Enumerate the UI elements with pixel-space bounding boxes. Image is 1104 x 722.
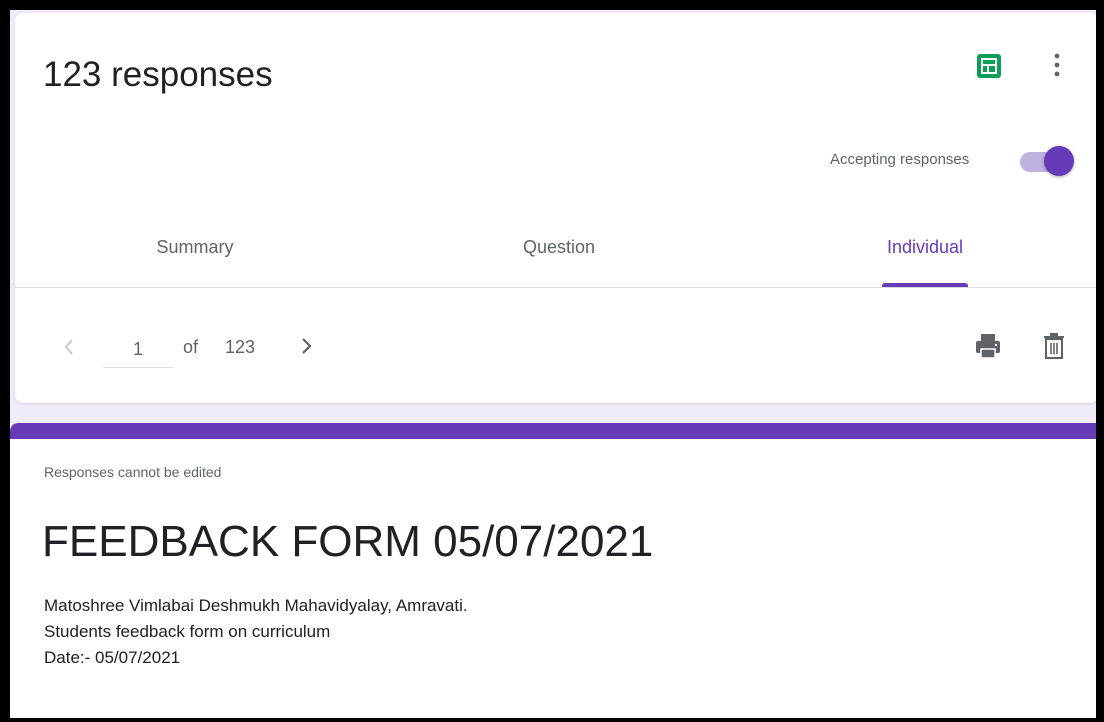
description-line: Date:- 05/07/2021 — [44, 648, 181, 667]
responses-cannot-be-edited-notice: Responses cannot be edited — [44, 464, 222, 480]
tab-individual-label: Individual — [886, 237, 964, 257]
active-tab-indicator — [882, 283, 968, 287]
pager-of-label: of — [183, 337, 199, 357]
print-icon[interactable] — [973, 331, 1003, 361]
tab-summary[interactable]: Summary — [135, 223, 255, 287]
responses-tabs: Summary Question Individual — [15, 223, 1096, 288]
form-accent-bar — [10, 423, 1096, 439]
pager-total: 123 — [225, 337, 256, 357]
response-number-input[interactable] — [103, 331, 173, 368]
page-frame: 123 responses Accepting responses Summar… — [0, 0, 1104, 722]
toggle-knob — [1044, 146, 1074, 176]
response-card: Responses cannot be edited FEEDBACK FORM… — [10, 423, 1096, 718]
accepting-responses-label: Accepting responses — [830, 151, 970, 168]
accepting-responses-toggle[interactable] — [1018, 143, 1076, 179]
tab-individual[interactable]: Individual — [875, 223, 975, 287]
chevron-left-icon[interactable] — [59, 335, 79, 359]
responses-count-title: 123 responses — [43, 55, 273, 94]
form-title: FEEDBACK FORM 05/07/2021 — [42, 517, 654, 566]
chevron-right-icon[interactable] — [295, 333, 317, 359]
form-description: Matoshree Vimlabai Deshmukh Mahavidyalay… — [44, 593, 468, 671]
trash-icon[interactable] — [1041, 331, 1067, 361]
description-line: Students feedback form on curriculum — [44, 622, 331, 641]
more-vert-icon[interactable] — [1045, 49, 1069, 81]
responses-header-card: 123 responses Accepting responses Summar… — [15, 13, 1096, 403]
google-sheets-icon[interactable] — [976, 53, 1002, 79]
tab-question[interactable]: Question — [499, 223, 619, 287]
description-line: Matoshree Vimlabai Deshmukh Mahavidyalay… — [44, 596, 468, 615]
